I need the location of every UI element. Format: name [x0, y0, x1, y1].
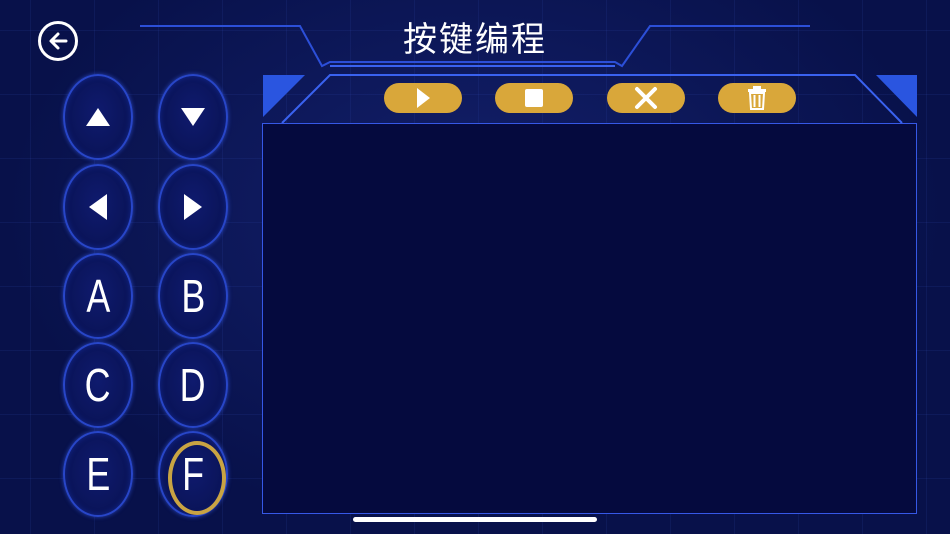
home-indicator[interactable]	[353, 517, 597, 522]
key-d[interactable]: D	[158, 342, 228, 428]
key-right[interactable]	[158, 164, 228, 250]
clear-button[interactable]	[607, 83, 685, 113]
key-up[interactable]	[63, 74, 133, 160]
key-label: C	[85, 359, 111, 411]
delete-button[interactable]	[718, 83, 796, 113]
play-button[interactable]	[384, 83, 462, 113]
triangle-down-icon	[181, 108, 205, 126]
key-b[interactable]: B	[158, 253, 228, 339]
key-a[interactable]: A	[63, 253, 133, 339]
triangle-left-icon	[89, 194, 107, 220]
key-label: A	[86, 270, 110, 322]
key-label: E	[86, 448, 110, 500]
key-e[interactable]: E	[63, 431, 133, 517]
stop-icon	[525, 89, 543, 107]
play-icon	[417, 88, 430, 108]
page-title: 按键编程	[403, 20, 547, 60]
stop-button[interactable]	[495, 83, 573, 113]
key-label: F	[182, 448, 204, 500]
triangle-right-icon	[184, 194, 202, 220]
key-c[interactable]: C	[63, 342, 133, 428]
key-label: B	[181, 270, 205, 322]
program-workspace[interactable]	[262, 123, 917, 514]
close-icon	[635, 87, 657, 109]
triangle-up-icon	[86, 108, 110, 126]
trash-icon	[748, 86, 766, 110]
key-left[interactable]	[63, 164, 133, 250]
key-down[interactable]	[158, 74, 228, 160]
key-label: D	[180, 359, 206, 411]
key-f[interactable]: F	[158, 431, 228, 517]
